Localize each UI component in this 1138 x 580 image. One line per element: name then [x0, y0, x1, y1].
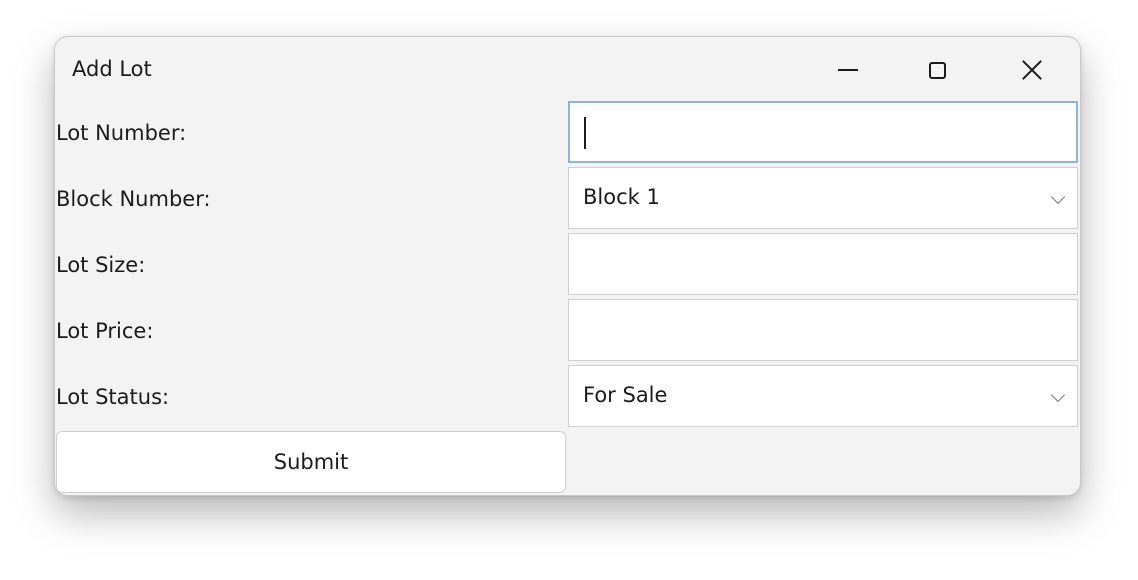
minimize-button[interactable] [800, 37, 896, 103]
submit-button[interactable]: Submit [56, 431, 566, 493]
lot-size-input[interactable] [568, 233, 1078, 295]
desktop: Add Lot Lot Number: Block Number: Block … [0, 0, 1138, 580]
chevron-down-icon [1050, 189, 1066, 205]
title-bar[interactable]: Add Lot [55, 37, 1080, 103]
window-title: Add Lot [72, 57, 152, 81]
minimize-icon [838, 69, 858, 71]
maximize-icon [928, 61, 946, 79]
close-button[interactable] [984, 37, 1080, 103]
chevron-down-icon [1050, 387, 1066, 403]
text-caret [584, 117, 586, 149]
block-number-label: Block Number: [56, 187, 211, 211]
block-number-select[interactable]: Block 1 [568, 167, 1078, 229]
lot-status-select[interactable]: For Sale [568, 365, 1078, 427]
lot-number-label: Lot Number: [56, 121, 187, 145]
lot-price-label: Lot Price: [56, 319, 154, 343]
block-number-selected: Block 1 [583, 185, 660, 209]
add-lot-window: Add Lot Lot Number: Block Number: Block … [54, 36, 1081, 496]
maximize-button[interactable] [889, 37, 985, 103]
close-icon [1021, 59, 1043, 81]
lot-number-input[interactable] [568, 101, 1078, 163]
lot-status-selected: For Sale [583, 383, 668, 407]
lot-status-label: Lot Status: [56, 385, 170, 409]
lot-size-label: Lot Size: [56, 253, 146, 277]
lot-price-input[interactable] [568, 299, 1078, 361]
